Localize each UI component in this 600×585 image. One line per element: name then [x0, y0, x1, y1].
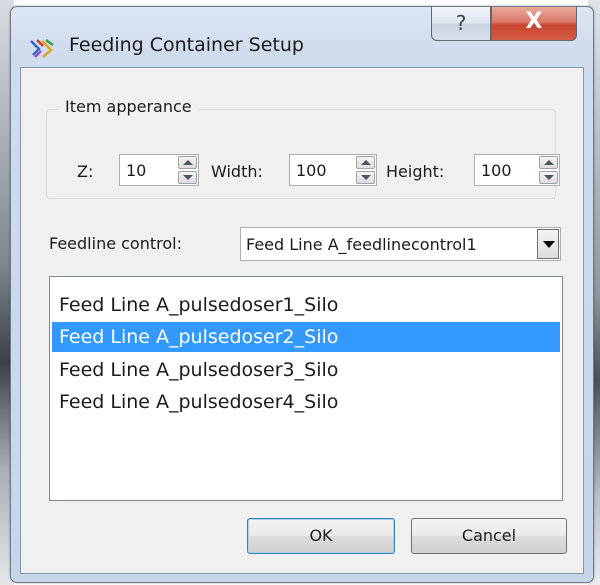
group-label: Item apperance — [59, 97, 198, 116]
arrow-up-icon — [544, 160, 554, 165]
width-increment-button[interactable] — [356, 156, 375, 169]
list-item[interactable]: Feed Line A_pulsedoser4_Silo — [52, 387, 560, 417]
list-item-selected[interactable]: Feed Line A_pulsedoser2_Silo — [52, 322, 560, 352]
arrow-down-icon — [183, 175, 193, 180]
close-button[interactable]: X — [491, 7, 577, 41]
arrow-down-icon — [361, 175, 371, 180]
height-increment-button[interactable] — [539, 156, 558, 169]
width-spin-buttons — [356, 156, 375, 184]
pulsedoser-listbox[interactable]: Feed Line A_pulsedoser1_Silo Feed Line A… — [49, 276, 563, 501]
z-decrement-button[interactable] — [178, 171, 197, 184]
height-decrement-button[interactable] — [539, 171, 558, 184]
height-spinbox[interactable]: 100 — [474, 154, 560, 186]
window-title: Feeding Container Setup — [69, 34, 304, 56]
z-increment-button[interactable] — [178, 156, 197, 169]
help-icon: ? — [455, 11, 467, 35]
z-spin-buttons — [178, 156, 197, 184]
width-decrement-button[interactable] — [356, 171, 375, 184]
list-item[interactable]: Feed Line A_pulsedoser3_Silo — [52, 355, 560, 385]
title-bar[interactable]: Feeding Container Setup ? X — [11, 7, 593, 67]
z-value: 10 — [126, 161, 147, 180]
width-label: Width: — [211, 162, 263, 181]
arrow-up-icon — [361, 160, 371, 165]
arrow-down-icon — [544, 175, 554, 180]
app-icon — [30, 39, 54, 58]
dialog-client-area: Item apperance Z: 10 Width: 100 Height: … — [20, 67, 584, 574]
height-value: 100 — [481, 161, 512, 180]
height-label: Height: — [386, 162, 445, 181]
height-spin-buttons — [539, 156, 558, 184]
feedline-control-value: Feed Line A_feedlinecontrol1 — [246, 235, 477, 254]
help-button[interactable]: ? — [431, 7, 491, 41]
list-item[interactable]: Feed Line A_pulsedoser1_Silo — [52, 290, 560, 320]
feedline-control-dropdown[interactable]: Feed Line A_feedlinecontrol1 — [240, 227, 561, 261]
dropdown-button[interactable] — [537, 229, 559, 259]
arrow-up-icon — [183, 160, 193, 165]
ok-button[interactable]: OK — [247, 518, 395, 554]
width-spinbox[interactable]: 100 — [289, 154, 377, 186]
z-label: Z: — [77, 162, 94, 181]
feedline-control-label: Feedline control: — [49, 234, 182, 253]
chevron-down-icon — [543, 241, 555, 248]
cancel-button[interactable]: Cancel — [411, 518, 567, 554]
width-value: 100 — [296, 161, 327, 180]
z-spinbox[interactable]: 10 — [119, 154, 199, 186]
dialog-window: Feeding Container Setup ? X Item apperan… — [10, 6, 594, 583]
close-icon: X — [525, 9, 543, 34]
